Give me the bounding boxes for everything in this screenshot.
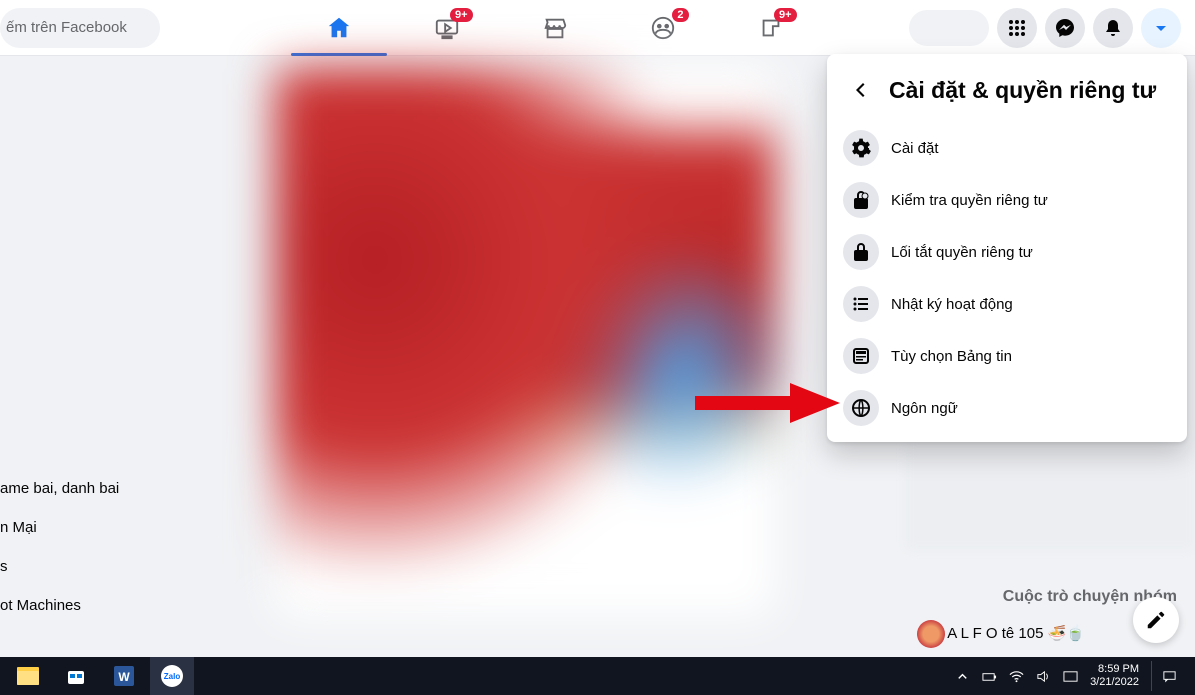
top-nav: ếm trên Facebook 9+ 2 9+ [0, 0, 1195, 56]
taskbar-zalo[interactable]: Zalo [150, 657, 194, 695]
right-panel-blurred [905, 440, 1195, 550]
svg-text:W: W [118, 670, 130, 684]
clock-date: 3/21/2022 [1090, 676, 1139, 689]
search-placeholder: ếm trên Facebook [6, 19, 127, 36]
grid-icon [1007, 18, 1027, 38]
sidebar-item[interactable]: s [0, 558, 119, 575]
menu-item-privacy-shortcuts[interactable]: Lối tắt quyền riêng tư [835, 226, 1179, 278]
svg-text:Zalo: Zalo [164, 672, 181, 681]
taskbar-apps: W Zalo [6, 657, 194, 695]
left-sidebar: ame bai, danh bai n Mại s ot Machines [0, 480, 119, 614]
taskbar-explorer[interactable] [6, 657, 50, 695]
account-button[interactable] [1141, 8, 1181, 48]
marketplace-icon [542, 15, 568, 41]
menu-item-privacy-checkup[interactable]: Kiểm tra quyền riêng tư [835, 174, 1179, 226]
panel-header: Cài đặt & quyền riêng tư [835, 66, 1179, 122]
caret-down-icon [1151, 18, 1171, 38]
chevron-up-icon[interactable] [955, 669, 970, 684]
contact-name[interactable]: A L F O tê 105 🍜🍵 [947, 624, 1085, 642]
menu-button[interactable] [997, 8, 1037, 48]
search-input[interactable]: ếm trên Facebook [0, 8, 160, 48]
globe-icon [843, 390, 879, 426]
sidebar-item[interactable]: n Mại [0, 519, 119, 536]
action-center[interactable] [1151, 661, 1187, 691]
menu-item-activity-log[interactable]: Nhật ký hoạt động [835, 278, 1179, 330]
edit-icon [1145, 609, 1167, 631]
groups-icon [650, 15, 676, 41]
taskbar-word[interactable]: W [102, 657, 146, 695]
taskbar-clock[interactable]: 8:59 PM 3/21/2022 [1090, 663, 1139, 689]
panel-title: Cài đặt & quyền riêng tư [889, 77, 1156, 104]
annotation-arrow [690, 378, 840, 428]
messenger-icon [1055, 18, 1075, 38]
menu-item-news-feed-prefs[interactable]: Tùy chọn Bảng tin [835, 330, 1179, 382]
volume-icon[interactable] [1036, 669, 1051, 684]
arrow-left-icon [851, 80, 871, 100]
gaming-badge: 9+ [774, 8, 797, 22]
sidebar-item[interactable]: ot Machines [0, 597, 119, 614]
menu-label: Tùy chọn Bảng tin [891, 348, 1012, 365]
ime-icon[interactable] [1063, 669, 1078, 684]
tab-gaming[interactable]: 9+ [721, 2, 821, 54]
word-icon: W [114, 666, 134, 686]
messenger-button[interactable] [1045, 8, 1085, 48]
battery-icon[interactable] [982, 669, 997, 684]
notifications-button[interactable] [1093, 8, 1133, 48]
explorer-icon [17, 667, 39, 685]
menu-item-settings[interactable]: Cài đặt [835, 122, 1179, 174]
nav-right [909, 8, 1181, 48]
profile-chip[interactable] [909, 10, 989, 46]
tab-home[interactable] [289, 2, 389, 54]
list-icon [843, 286, 879, 322]
tab-marketplace[interactable] [505, 2, 605, 54]
lock-heart-icon [843, 182, 879, 218]
bell-icon [1103, 18, 1123, 38]
contact-avatar[interactable] [917, 620, 945, 648]
menu-label: Nhật ký hoạt động [891, 296, 1013, 313]
watch-badge: 9+ [450, 8, 473, 22]
zalo-icon: Zalo [161, 665, 183, 687]
home-icon [326, 15, 352, 41]
settings-privacy-panel: Cài đặt & quyền riêng tư Cài đặt Kiểm tr… [827, 54, 1187, 442]
system-tray: 8:59 PM 3/21/2022 [955, 661, 1195, 691]
menu-item-language[interactable]: Ngôn ngữ [835, 382, 1179, 434]
wifi-icon[interactable] [1009, 669, 1024, 684]
tab-watch[interactable]: 9+ [397, 2, 497, 54]
feed-content-blurred [275, 67, 775, 617]
menu-label: Lối tắt quyền riêng tư [891, 244, 1033, 261]
tab-groups[interactable]: 2 [613, 2, 713, 54]
gear-icon [843, 130, 879, 166]
lock-icon [843, 234, 879, 270]
taskbar-store[interactable] [54, 657, 98, 695]
compose-button[interactable] [1133, 597, 1179, 643]
nav-tabs: 9+ 2 9+ [200, 0, 909, 56]
notification-icon [1162, 669, 1177, 684]
menu-label: Ngôn ngữ [891, 400, 958, 417]
windows-taskbar: W Zalo 8:59 PM 3/21/2022 [0, 657, 1195, 695]
menu-label: Cài đặt [891, 140, 939, 157]
clock-time: 8:59 PM [1090, 663, 1139, 676]
feed-icon [843, 338, 879, 374]
sidebar-item[interactable]: ame bai, danh bai [0, 480, 119, 497]
store-icon [66, 666, 86, 686]
back-button[interactable] [843, 72, 879, 108]
menu-label: Kiểm tra quyền riêng tư [891, 192, 1048, 209]
groups-badge: 2 [672, 8, 688, 22]
